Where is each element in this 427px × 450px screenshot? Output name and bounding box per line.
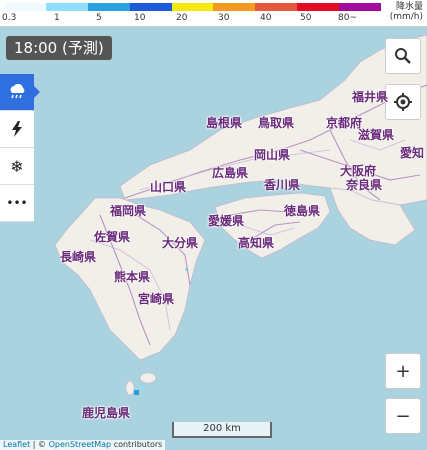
legend-tick: 80~	[338, 13, 357, 23]
prefecture-label: 奈良県	[346, 178, 383, 192]
legend-color-swatch	[4, 3, 46, 11]
legend-color-swatch	[213, 3, 256, 11]
prefecture-label: 香川県	[264, 178, 301, 192]
prefecture-label: 岡山県	[254, 148, 291, 162]
legend-tick: 20	[176, 13, 188, 23]
island-yakushima	[139, 372, 157, 384]
forecast-time-label[interactable]: 18:00 (予測)	[6, 36, 112, 60]
prefecture-label: 熊本県	[114, 270, 151, 284]
legend-color-swatch	[297, 3, 340, 11]
lightning-icon	[12, 121, 22, 137]
zoom-out-button[interactable]: −	[385, 398, 421, 434]
locate-button[interactable]	[385, 84, 421, 120]
island-tanegashima	[125, 380, 135, 396]
prefecture-label: 長崎県	[60, 250, 97, 264]
search-button[interactable]	[385, 38, 421, 74]
zoom-in-button[interactable]: +	[385, 353, 421, 389]
prefecture-label: 徳島県	[284, 204, 321, 218]
prefecture-label: 滋賀県	[358, 128, 395, 142]
prefecture-label: 佐賀県	[94, 230, 131, 244]
legend-tick: 0.3	[2, 13, 17, 23]
prefecture-label: 愛知	[400, 146, 425, 160]
prefecture-label: 島根県	[206, 116, 243, 130]
legend-tick: 1	[54, 13, 60, 23]
prefecture-label: 京都府	[326, 116, 363, 130]
prefecture-label: 福井県	[352, 90, 389, 104]
cloud-rain-icon	[10, 84, 25, 99]
prefecture-label: 愛媛県	[208, 214, 245, 228]
legend-color-bar	[4, 3, 382, 11]
legend-color-swatch	[87, 3, 130, 11]
snowflake-icon: ❄	[10, 156, 24, 176]
legend-tick: 50	[300, 13, 312, 23]
more-button[interactable]: •••	[0, 185, 34, 222]
leaflet-link[interactable]: Leaflet	[3, 440, 30, 449]
legend-tick: 30	[218, 13, 230, 23]
rain-layer-button[interactable]	[0, 74, 40, 111]
osm-link[interactable]: OpenStreetMap	[49, 440, 112, 449]
legend-color-swatch	[339, 3, 382, 11]
rain-cell-lightblue	[140, 386, 144, 390]
prefecture-label: 広島県	[212, 166, 249, 180]
prefecture-label: 大分県	[162, 236, 199, 250]
legend-unit-title: 降水量	[395, 2, 423, 12]
legend-color-swatch	[129, 3, 172, 11]
scale-bar: 200 km	[172, 422, 272, 438]
legend-tick: 40	[260, 13, 272, 23]
snow-layer-button[interactable]: ❄	[0, 148, 34, 185]
attribution-contributors: contributors	[113, 440, 163, 449]
legend-color-swatch	[45, 3, 88, 11]
prefecture-label: 高知県	[238, 236, 275, 250]
legend-unit: 降水量 (mm/h)	[390, 2, 423, 22]
legend-unit-value: (mm/h)	[389, 12, 423, 22]
legend-tick: 10	[134, 13, 146, 23]
prefecture-label: 鹿児島県	[82, 406, 131, 420]
layer-sidebar: ❄ •••	[0, 74, 40, 222]
legend-color-swatch	[255, 3, 298, 11]
rain-cell-south	[134, 390, 139, 395]
location-target-icon	[394, 93, 412, 111]
legend-color-swatch	[171, 3, 214, 11]
precipitation-legend: 0.3 1 5 10 20 30 40 50 80~ 降水量 (mm/h)	[0, 0, 427, 27]
search-icon	[395, 48, 411, 64]
more-icon: •••	[6, 196, 28, 210]
prefecture-label: 鳥取県	[258, 116, 295, 130]
legend-tick: 5	[96, 13, 102, 23]
prefecture-label: 福岡県	[110, 204, 147, 218]
attribution: Leaflet | © OpenStreetMap contributors	[0, 440, 166, 450]
lightning-layer-button[interactable]	[0, 111, 34, 148]
prefecture-label: 宮崎県	[138, 292, 175, 306]
prefecture-label: 山口県	[150, 180, 187, 194]
